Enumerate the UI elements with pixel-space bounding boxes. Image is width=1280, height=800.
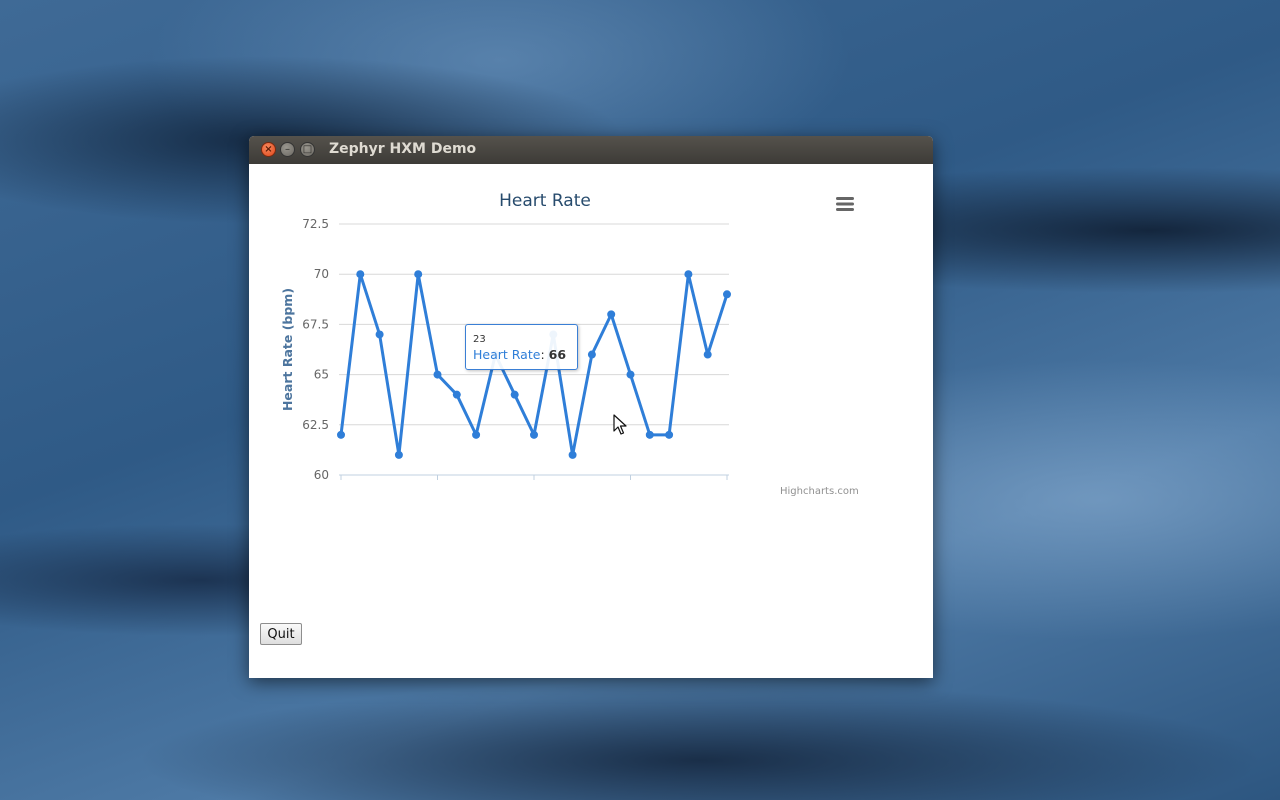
y-tick-label: 65: [314, 368, 329, 382]
data-point-marker: [414, 270, 423, 279]
data-point-marker: [452, 390, 461, 399]
data-point-marker: [665, 430, 674, 439]
data-point-marker: [645, 430, 654, 439]
chart-tooltip: 23 Heart Rate: 66: [465, 324, 578, 370]
tooltip-series-name: Heart Rate: [473, 347, 541, 362]
heart-rate-chart: 60 62.5 65 67.5 70 72.5 Heart Rate (bpm): [280, 217, 731, 482]
data-point-marker: [703, 350, 712, 359]
close-window-icon[interactable]: ×: [261, 142, 276, 157]
data-point-marker: [626, 370, 635, 379]
data-point-marker: [472, 430, 481, 439]
data-point-marker: [433, 370, 442, 379]
y-tick-label: 67.5: [302, 317, 329, 331]
y-tick-label: 72.5: [302, 217, 329, 231]
data-point-marker: [356, 270, 365, 279]
highcharts-credits-link[interactable]: Highcharts.com: [780, 486, 859, 497]
data-point-marker: [684, 270, 693, 279]
y-tick-label: 70: [314, 267, 329, 281]
minimize-window-icon[interactable]: –: [280, 142, 295, 157]
data-point-marker: [337, 430, 345, 439]
tooltip-value: 66: [548, 347, 567, 362]
data-point-marker: [723, 290, 731, 299]
tooltip-line: Heart Rate: 66: [473, 347, 570, 363]
window-content: 60 62.5 65 67.5 70 72.5 Heart Rate (bpm) Heart…: [249, 164, 933, 678]
data-point-marker: [607, 310, 616, 319]
data-point-marker: [394, 450, 403, 459]
chart-title: Heart Rate: [499, 191, 591, 211]
tooltip-separator: :: [540, 347, 549, 362]
mouse-cursor-icon: [613, 414, 627, 435]
data-point-marker: [587, 350, 596, 359]
data-point-marker: [568, 450, 577, 459]
window-titlebar[interactable]: × – □ Zephyr HXM Demo: [249, 136, 933, 164]
app-window: × – □ Zephyr HXM Demo 60 62.5 65 67.5 70 72.5…: [249, 136, 933, 678]
y-axis-title: Heart Rate (bpm): [280, 288, 295, 411]
window-title: Zephyr HXM Demo: [329, 141, 477, 157]
maximize-window-icon[interactable]: □: [300, 142, 315, 157]
data-point-marker: [375, 330, 384, 339]
tooltip-x-label: 23: [473, 334, 486, 345]
data-point-marker: [510, 390, 519, 399]
quit-button[interactable]: Quit: [260, 623, 302, 645]
data-point-marker: [530, 430, 538, 439]
y-tick-label: 62.5: [302, 418, 329, 432]
menu-icon[interactable]: [835, 195, 855, 213]
y-tick-label: 60: [314, 468, 329, 482]
